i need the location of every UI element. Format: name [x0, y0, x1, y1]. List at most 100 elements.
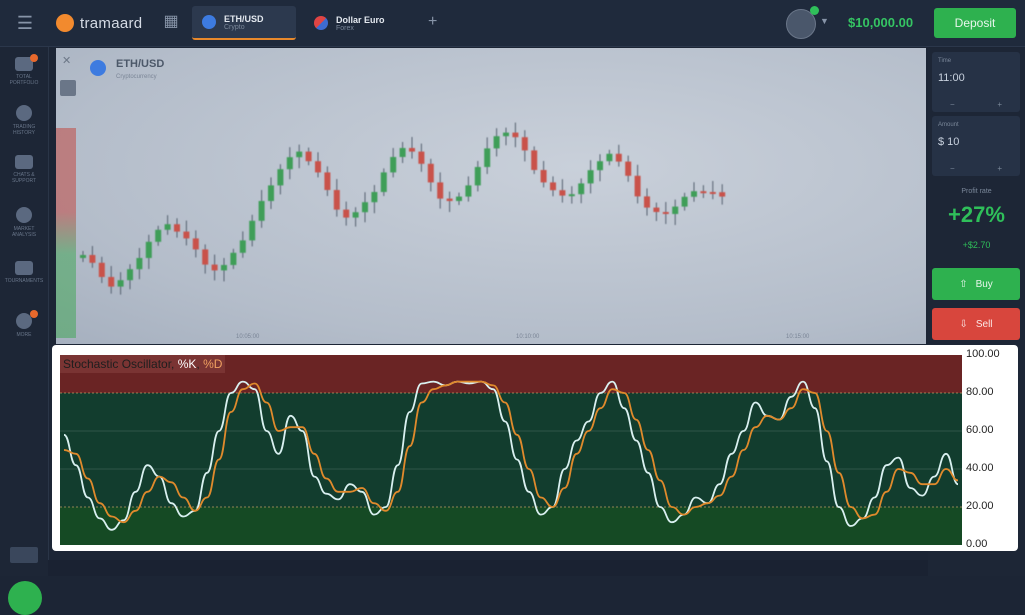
buy-label: Buy: [975, 278, 993, 290]
candle-body: [418, 151, 425, 164]
amount-label: Amount: [938, 122, 959, 128]
logo[interactable]: tramaard: [56, 12, 142, 34]
candle-body: [390, 157, 397, 173]
candle-body: [644, 196, 650, 208]
candle-body: [474, 167, 481, 186]
time-value[interactable]: 11:00: [938, 72, 965, 84]
time-label: 10:15:00: [786, 334, 810, 340]
candle-body: [719, 192, 726, 197]
candle-body: [380, 172, 387, 192]
time-label: 10:10:00: [516, 334, 540, 340]
sidebar-item-chats[interactable]: CHATS & SUPPORT: [4, 155, 44, 184]
oscillator-title: Stochastic Oscillator, %K, %D: [60, 355, 226, 373]
price-scale-bar: [56, 128, 76, 338]
deposit-button[interactable]: Deposit: [934, 8, 1016, 38]
profit-percent: +27%: [948, 202, 1005, 227]
sidebar-item-portfolio[interactable]: TOTAL PORTFOLIO: [4, 54, 44, 86]
balance[interactable]: $10,000.00: [848, 15, 913, 30]
candle-body: [399, 148, 406, 157]
y-tick-label: 40.00: [966, 462, 994, 474]
fullscreen-button[interactable]: [10, 547, 38, 563]
candle-body: [249, 220, 256, 241]
sell-label: Sell: [975, 318, 993, 330]
candle-body: [211, 264, 218, 271]
candle-body: [155, 229, 162, 242]
candle-body: [709, 192, 716, 194]
candle-body: [192, 238, 199, 250]
title-d: %D: [203, 357, 223, 371]
close-icon[interactable]: ✕: [62, 54, 71, 67]
price-chart[interactable]: ✕ ETH/USD Cryptocurrency 10:05:00 10:10:…: [56, 48, 926, 344]
candle-body: [98, 262, 105, 277]
arrow-down-icon: ⇩: [959, 318, 968, 330]
eth-icon: [202, 15, 216, 29]
sell-button[interactable]: ⇩ Sell: [932, 308, 1020, 340]
y-tick-label: 0.00: [966, 538, 988, 550]
candle-body: [437, 182, 444, 199]
sidebar-item-history[interactable]: TRADING HISTORY: [4, 105, 44, 136]
sidebar-item-analysis[interactable]: MARKET ANALYSIS: [4, 207, 44, 238]
flag-icon: [314, 16, 328, 30]
eth-icon: [90, 60, 106, 76]
chevron-down-icon[interactable]: ▼: [820, 16, 829, 26]
sidebar-item-more[interactable]: MORE: [4, 310, 44, 338]
candle-body: [80, 255, 86, 258]
candle-body: [691, 191, 697, 197]
time-label: 10:05:00: [236, 334, 260, 340]
menu-icon[interactable]: ☰: [14, 12, 36, 34]
candle-body: [512, 132, 519, 138]
support-chat-button[interactable]: [8, 581, 42, 615]
candle-body: [305, 151, 312, 162]
candle-body: [343, 209, 350, 218]
minus-icon[interactable]: −: [950, 100, 955, 109]
candle-body: [606, 153, 613, 162]
candle-body: [258, 201, 265, 221]
bottom-status-bar: [48, 560, 928, 576]
candle-body: [409, 148, 415, 152]
sidebar-item-label: TOTAL PORTFOLIO: [9, 74, 39, 86]
y-tick-label: 80.00: [966, 386, 994, 398]
candle-body: [568, 194, 575, 197]
stochastic-oscillator-panel: Stochastic Oscillator, %K, %D 100.00 80.…: [52, 345, 1018, 551]
candle-body: [550, 182, 556, 191]
candle-body: [89, 255, 96, 263]
title-k: %K: [177, 357, 197, 371]
candle-body: [183, 231, 190, 239]
tab-name: ETH/USD: [224, 13, 264, 24]
candle-body: [484, 148, 491, 167]
tab-eth-usd[interactable]: ETH/USD Crypto: [192, 6, 296, 40]
pencil-icon[interactable]: [60, 80, 76, 96]
minus-icon[interactable]: −: [950, 164, 955, 173]
logo-mark-icon: [56, 14, 74, 32]
sidebar-item-label: MORE: [16, 332, 32, 338]
candlestick-series: [80, 122, 726, 295]
candle-body: [286, 157, 293, 170]
candle-body: [362, 202, 368, 213]
sidebar: TOTAL PORTFOLIO TRADING HISTORY CHATS & …: [0, 47, 49, 615]
notification-badge: [30, 54, 38, 62]
candle-body: [662, 212, 669, 214]
tab-dollar-euro[interactable]: Dollar Euro Forex: [304, 6, 422, 40]
history-icon: [16, 105, 32, 121]
pair-name[interactable]: ETH/USD: [116, 58, 164, 70]
candle-body: [324, 172, 331, 190]
candle-body: [681, 196, 688, 207]
candle-body: [634, 175, 641, 197]
oversold-zone: [60, 507, 962, 545]
candle-body: [625, 161, 632, 176]
add-tab-button[interactable]: +: [428, 13, 437, 31]
buy-button[interactable]: ⇧ Buy: [932, 268, 1020, 300]
candle-body: [456, 196, 462, 201]
amount-value[interactable]: $ 10: [938, 136, 959, 148]
sidebar-item-tournaments[interactable]: TOURNAMENTS: [4, 261, 44, 284]
candle-body: [615, 153, 622, 162]
candle-body: [333, 190, 340, 210]
candle-body: [164, 224, 171, 230]
time-selector[interactable]: Time 11:00 − +: [932, 52, 1020, 112]
amount-selector[interactable]: Amount $ 10 − +: [932, 116, 1020, 176]
grid-icon[interactable]: ▦: [162, 13, 180, 31]
candle-body: [315, 161, 321, 173]
time-label: Time: [938, 58, 952, 64]
plus-icon[interactable]: +: [997, 164, 1002, 173]
plus-icon[interactable]: +: [997, 100, 1002, 109]
